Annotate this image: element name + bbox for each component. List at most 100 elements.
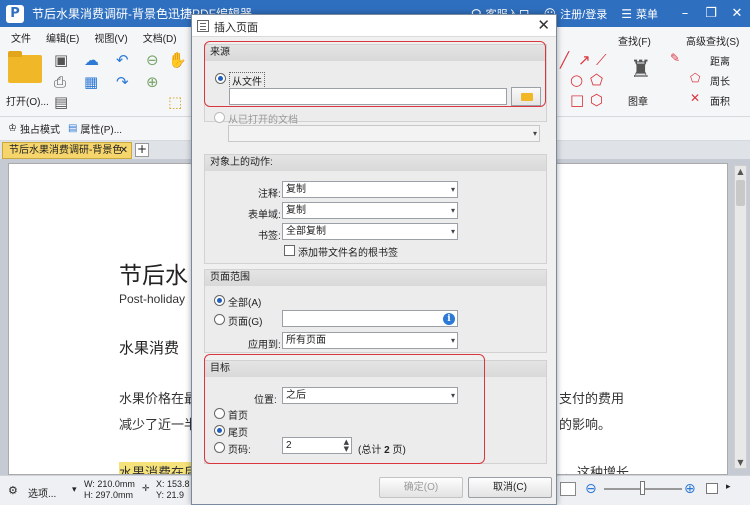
exclusive-mode-button[interactable]: ♔ 独占模式	[8, 121, 60, 136]
perimeter-label[interactable]: 周长	[710, 73, 730, 88]
line-tool-icon[interactable]: ╱	[560, 51, 569, 69]
range-all-label: 全部(A)	[228, 298, 262, 309]
doc-para1-right: 支付的费用	[559, 391, 625, 406]
add-root-bookmark-checkbox[interactable]	[284, 245, 295, 256]
info-icon[interactable]: i	[443, 313, 455, 325]
circle-tool-icon[interactable]: ○	[570, 71, 583, 89]
target-highlight-box	[204, 354, 485, 464]
dropdown-icon[interactable]: ▾	[72, 485, 77, 495]
forward-icon[interactable]: ⊕	[146, 73, 159, 91]
chevron-down-icon: ▾	[450, 206, 455, 215]
doc-para1-left: 水果价格在最	[119, 391, 198, 406]
area-icon[interactable]: ✕	[690, 91, 700, 105]
redo-icon[interactable]: ↷	[116, 73, 129, 91]
properties-icon: ▤	[67, 123, 78, 134]
add-root-bookmark-label: 添加带文件名的根书签	[298, 248, 398, 259]
bookmarks-select[interactable]: 全部复制 ▾	[282, 223, 458, 240]
range-pages-label: 页面(G)	[228, 317, 263, 328]
print-icon[interactable]: ⎙	[54, 73, 66, 91]
fit-width-icon[interactable]: ▸	[726, 482, 731, 492]
hand-tool-icon[interactable]: ✋	[168, 51, 187, 69]
comments-select[interactable]: 复制 ▾	[282, 181, 458, 198]
properties-button[interactable]: ▤ 属性(P)...	[68, 121, 122, 136]
range-pages-radio[interactable]	[214, 314, 225, 325]
fit-page-icon[interactable]	[706, 483, 718, 494]
advanced-find-button[interactable]: 高级查找(S)	[686, 33, 739, 48]
doc-title: 节后水	[119, 263, 188, 289]
back-icon[interactable]: ⊖	[146, 51, 159, 69]
chevron-down-icon: ▾	[532, 129, 537, 138]
page-range-heading: 页面范围	[205, 270, 546, 286]
crown-icon: ♔	[8, 123, 17, 134]
polygon-tool-icon[interactable]: ⬠	[590, 71, 603, 89]
forms-select[interactable]: 复制 ▾	[282, 202, 458, 219]
scroll-down-icon[interactable]: ▼	[735, 457, 746, 468]
select-tool-icon[interactable]: ⬚	[168, 93, 182, 111]
source-highlight-box	[204, 41, 546, 107]
hamburger-icon: ☰	[621, 6, 632, 21]
open-folder-icon[interactable]	[8, 51, 42, 83]
options-button[interactable]: 选项...	[28, 485, 56, 500]
cloud-shape-tool-icon[interactable]: ⬡	[590, 91, 603, 109]
dialog-close-button[interactable]: ✕	[537, 16, 550, 34]
chevron-down-icon: ▾	[450, 227, 455, 236]
pages-input[interactable]	[282, 310, 458, 327]
page-nav-box[interactable]	[560, 482, 576, 496]
menu-document[interactable]: 文档(D)	[143, 30, 177, 45]
page-width: W: 210.0mm	[84, 479, 135, 489]
open-docs-select[interactable]: ▾	[228, 125, 540, 142]
zoom-out-icon[interactable]: ⊖	[585, 481, 597, 497]
distance-icon[interactable]: ✎	[670, 51, 680, 65]
zoom-slider-thumb[interactable]	[640, 481, 645, 495]
page-height: H: 297.0mm	[84, 490, 134, 500]
doc-para3-highlight: 水果消费在后	[119, 462, 198, 474]
actions-heading: 对象上的动作:	[205, 155, 546, 171]
arrow-tool-icon[interactable]: ↗	[578, 51, 591, 69]
distance-label[interactable]: 距离	[710, 53, 730, 68]
apply-to-select[interactable]: 所有页面 ▾	[282, 332, 458, 349]
rectangle-tool-icon[interactable]: □	[570, 91, 584, 109]
scroll-thumb[interactable]	[736, 180, 745, 206]
restore-button[interactable]: ❐	[698, 6, 724, 21]
perimeter-icon[interactable]: ⬠	[690, 71, 700, 85]
vertical-scrollbar[interactable]: ▲ ▼	[734, 165, 747, 469]
scroll-up-icon[interactable]: ▲	[735, 166, 746, 177]
range-all-radio[interactable]	[214, 295, 225, 306]
menu-entry[interactable]: ☰ 菜单	[621, 6, 658, 22]
save-icon[interactable]: ▣	[54, 51, 68, 69]
add-tab-button[interactable]: +	[135, 143, 149, 157]
document-icon[interactable]: ▤	[54, 93, 68, 111]
tab-close-icon[interactable]: ✕	[120, 143, 128, 158]
document-tab[interactable]: 节后水果消费调研-背景色 ✕	[2, 142, 132, 159]
window-close-button[interactable]: ✕	[724, 6, 750, 21]
ok-button[interactable]: 确定(O)	[379, 477, 463, 498]
apply-to-label: 应用到:	[248, 340, 281, 351]
polyline-tool-icon[interactable]: ⟋	[596, 51, 607, 69]
crosshair-icon: ✛	[142, 484, 150, 494]
cloud-icon[interactable]: ☁	[84, 51, 99, 69]
gear-icon[interactable]: ⚙	[8, 484, 18, 497]
open-button-label[interactable]: 打开(O)...	[6, 93, 49, 108]
cancel-button[interactable]: 取消(C)	[468, 477, 552, 498]
cursor-y: Y: 21.9	[156, 490, 185, 500]
dialog-title-bar: 插入页面 ✕	[192, 15, 556, 37]
menu-file[interactable]: 文件	[11, 30, 31, 45]
stamp-label[interactable]: 图章	[628, 93, 648, 108]
menu-view[interactable]: 视图(V)	[94, 30, 127, 45]
chevron-down-icon: ▾	[450, 336, 455, 345]
from-open-docs-label: 从已打开的文档	[228, 115, 298, 126]
menu-edit[interactable]: 编辑(E)	[46, 30, 79, 45]
scan-icon[interactable]: ▦	[84, 73, 98, 91]
undo-icon[interactable]: ↶	[116, 51, 129, 69]
area-label[interactable]: 面积	[710, 93, 730, 108]
cursor-x: X: 153.8	[156, 479, 190, 489]
app-logo-icon: P	[6, 4, 24, 23]
doc-para2-left: 减少了近一半	[119, 417, 198, 432]
dialog-title: 插入页面	[214, 22, 258, 34]
stamp-icon[interactable]: ♜	[630, 55, 652, 83]
from-open-docs-radio[interactable]	[214, 112, 225, 123]
minimize-button[interactable]: –	[672, 6, 698, 21]
doc-heading: 水果消费	[119, 339, 180, 357]
find-button[interactable]: 查找(F)	[618, 33, 651, 48]
zoom-in-icon[interactable]: ⊕	[684, 481, 696, 497]
